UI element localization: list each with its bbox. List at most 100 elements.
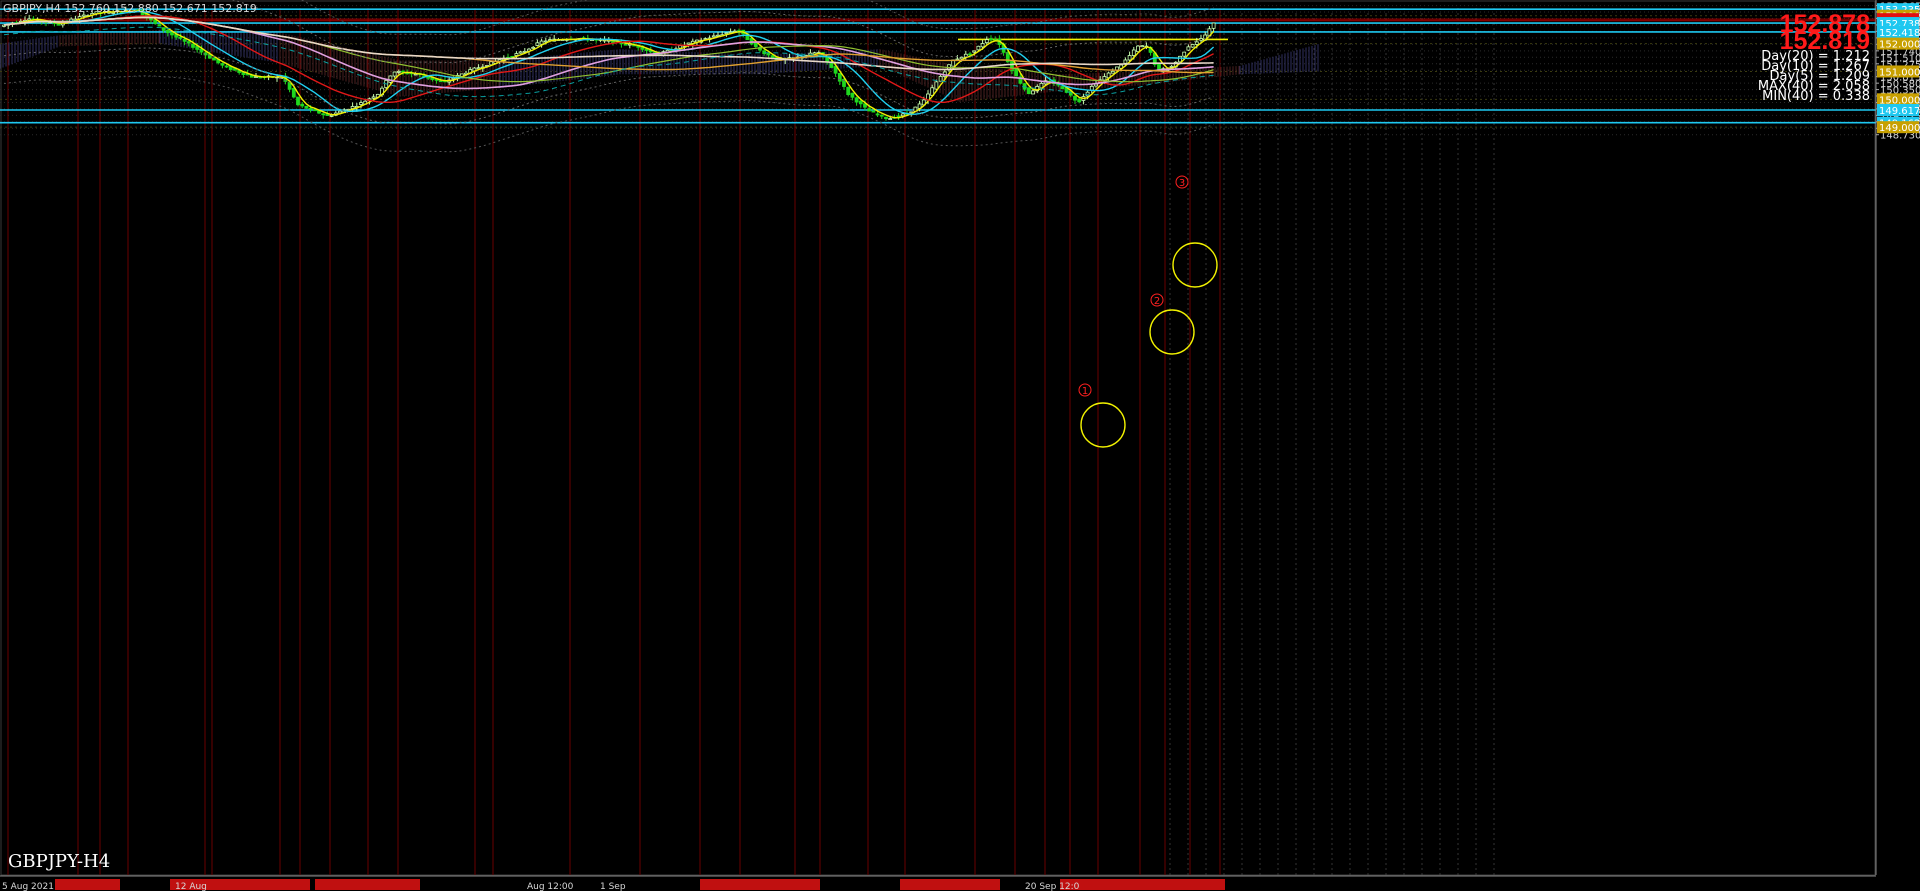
candle-body <box>888 118 893 120</box>
chart-frame <box>0 0 1876 876</box>
candle-body <box>291 88 296 98</box>
vertical-separators <box>0 0 1876 876</box>
session-marker <box>900 879 1000 890</box>
session-marker <box>1060 879 1225 890</box>
candle-body <box>165 29 170 34</box>
annotation-number: 1 <box>1082 386 1088 397</box>
candle-body <box>858 100 863 105</box>
candle-body <box>884 116 888 120</box>
candle-body <box>300 103 305 107</box>
candle-body <box>359 102 363 105</box>
candle-body <box>867 108 872 112</box>
candle-body <box>623 43 628 46</box>
candle-body <box>749 37 754 45</box>
candle-body <box>161 27 166 31</box>
candle-body <box>829 62 834 68</box>
candle-body <box>871 110 876 113</box>
price-axis: 153.365153.135152.905152.670152.440152.2… <box>1875 0 1920 891</box>
candle-body <box>1186 46 1191 51</box>
highlight-circle <box>1172 242 1218 288</box>
candle-body <box>438 80 443 83</box>
candle-body <box>850 92 855 98</box>
price-mark-label: 149.000 <box>1879 123 1920 134</box>
candle-body <box>191 43 195 48</box>
candle-body <box>535 42 540 46</box>
session-marker <box>700 879 820 890</box>
candle-body <box>1026 87 1031 95</box>
candle-body <box>984 39 989 44</box>
candle-body <box>514 53 519 56</box>
candle-body <box>938 75 943 82</box>
candle-body <box>321 113 326 116</box>
candle-body <box>392 71 397 77</box>
candle-body <box>518 51 523 54</box>
candle-body <box>1194 41 1199 45</box>
candle-body <box>153 19 158 24</box>
session-marker <box>315 879 420 890</box>
price-chart[interactable]: 3 2 1 153.365153.135152.905152.670152.4401… <box>0 0 1920 891</box>
time-label: 12 Aug <box>175 882 207 891</box>
candle-body <box>959 56 964 60</box>
annotation-number: 3 <box>1179 178 1185 189</box>
candle-body <box>1014 69 1019 77</box>
candle-body <box>980 43 985 48</box>
symbol-footer: GBPJPY-H4 <box>8 851 111 872</box>
candle-body <box>304 105 309 109</box>
candle-body <box>1123 59 1128 64</box>
candle-body <box>686 42 691 45</box>
candle-body <box>1131 49 1136 56</box>
candle-body <box>900 113 905 117</box>
candle-body <box>539 40 544 45</box>
candle-body <box>296 96 300 106</box>
price-mark-label: 152.000 <box>1879 40 1920 51</box>
candle-body <box>1077 98 1082 103</box>
candle-body <box>1211 22 1216 29</box>
candle-body <box>531 46 536 49</box>
candle-body <box>182 39 187 42</box>
candle-body <box>1127 55 1132 61</box>
time-label: 5 Aug 2021 <box>2 882 54 891</box>
candle-body <box>934 81 939 90</box>
candle-body <box>989 38 993 41</box>
candle-body <box>968 53 972 56</box>
time-axis: 5 Aug 2021 12 Aug Aug 12:00 1 Sep 20 Sep 12:… <box>0 875 1876 891</box>
symbol-header: GBPJPY,H4 152.760 152.880 152.671 152.81… <box>3 2 257 15</box>
time-label: 1 Sep <box>600 882 626 891</box>
candle-body <box>724 32 729 35</box>
highlight-circle <box>1080 402 1126 448</box>
chart-window[interactable]: 3 2 1 153.365153.135152.905152.670152.4401… <box>0 0 1920 891</box>
candle-body <box>220 63 225 66</box>
candle-body <box>212 57 216 61</box>
candle-body <box>178 36 183 39</box>
candle-body <box>1182 51 1187 57</box>
candle-body <box>329 115 334 117</box>
annotation-number: 2 <box>1154 296 1160 307</box>
stat-min40: MIN(40) = 0.338 <box>1762 89 1870 104</box>
candle-body <box>170 31 174 36</box>
highlight-circle <box>1149 309 1195 355</box>
candle-body <box>770 55 775 59</box>
candle-body <box>396 71 401 73</box>
candle-body <box>224 65 229 68</box>
candle-body <box>879 114 884 117</box>
candle-body <box>1190 44 1195 48</box>
time-label: Aug 12:00 <box>527 882 574 891</box>
candle-body <box>1178 55 1182 63</box>
candle-body <box>875 113 880 116</box>
candle-body <box>312 109 317 112</box>
candle-body <box>1060 86 1065 90</box>
level-lines <box>0 8 1876 124</box>
time-label: 20 Sep 12:0 <box>1025 882 1080 891</box>
candle-body <box>157 24 162 27</box>
candle-body <box>766 52 771 56</box>
stats-panel: Day(20) = 1.212 Day(10) = 1.267 Day(5) =… <box>1758 50 1870 104</box>
candle-body <box>1136 45 1140 53</box>
candle-body <box>81 14 86 17</box>
candle-body <box>338 110 342 114</box>
session-marker <box>55 879 120 890</box>
candle-body <box>56 23 61 26</box>
candle-body <box>711 35 716 38</box>
candle-body <box>199 48 204 53</box>
price-mark-label: 151.000 <box>1879 67 1920 78</box>
candle-body <box>972 50 977 53</box>
